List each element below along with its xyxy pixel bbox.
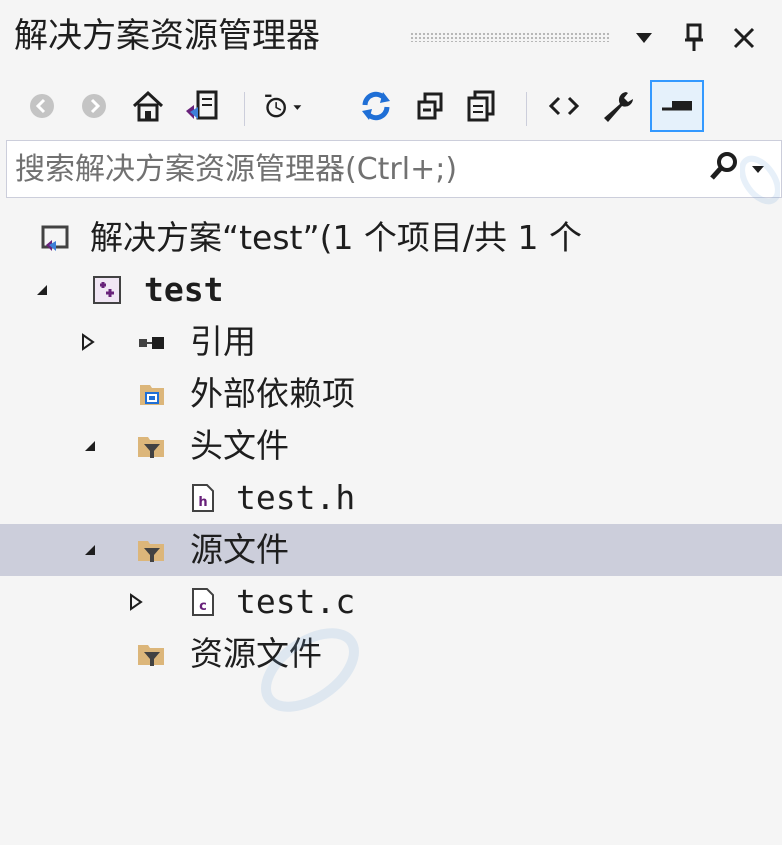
project-label: test: [144, 270, 224, 309]
watermark-logo: [740, 155, 780, 205]
back-icon[interactable]: [20, 84, 64, 128]
chevron-down-icon[interactable]: [626, 18, 662, 58]
toolbar-separator: [526, 92, 527, 126]
references-icon: [139, 337, 164, 349]
close-icon[interactable]: [726, 18, 762, 58]
svg-text:c: c: [199, 599, 207, 614]
tree-item-header-files[interactable]: 头文件: [0, 420, 782, 472]
search-icon: [707, 150, 741, 188]
svg-text:h: h: [198, 495, 207, 510]
expanded-arrow-icon[interactable]: [78, 434, 102, 458]
tree-item-test-h[interactable]: h test.h: [0, 472, 782, 524]
toolbar-separator: [244, 92, 245, 126]
switch-views-icon[interactable]: [180, 84, 224, 128]
expanded-arrow-icon[interactable]: [30, 278, 54, 302]
view-code-icon[interactable]: [542, 84, 586, 128]
sync-icon[interactable]: [354, 84, 398, 128]
collapsed-arrow-icon[interactable]: [124, 590, 148, 614]
preview-selected-items-icon[interactable]: [650, 80, 704, 132]
collapsed-arrow-icon[interactable]: [76, 330, 100, 354]
toolbar: [0, 78, 782, 140]
solution-icon: [41, 225, 69, 251]
header-file-label: test.h: [236, 478, 356, 517]
forward-icon[interactable]: [72, 84, 116, 128]
tree-item-project[interactable]: test: [0, 264, 782, 316]
external-dependencies-icon: [140, 385, 164, 405]
header-file-icon: h: [192, 484, 214, 512]
pending-changes-filter-icon[interactable]: [262, 84, 306, 128]
title-bar: 解决方案资源管理器: [0, 0, 782, 78]
show-all-files-icon[interactable]: [460, 84, 504, 128]
cpp-project-icon: [93, 276, 121, 304]
home-icon[interactable]: [126, 84, 170, 128]
search-box: [6, 140, 782, 198]
c-file-icon: c: [192, 588, 214, 616]
properties-icon[interactable]: [596, 84, 640, 128]
pin-icon[interactable]: [676, 18, 712, 58]
solution-explorer-panel: 解决方案资源管理器 搜索解决方案资源管理器(Ctrl+;) 解决方案“test”…: [0, 0, 782, 845]
solution-label: 解决方案“test”(1 个项目/共 1 个: [90, 218, 583, 257]
filter-folder-icon: [138, 437, 164, 458]
panel-title: 解决方案资源管理器: [14, 16, 320, 56]
tree-item-references[interactable]: 引用: [0, 316, 782, 368]
tree-item-solution[interactable]: 解决方案“test”(1 个项目/共 1 个: [0, 212, 782, 264]
collapse-all-icon[interactable]: [408, 84, 452, 128]
filter-folder-icon: [138, 645, 164, 666]
filter-folder-icon: [138, 541, 164, 562]
watermark-logo: [261, 628, 359, 712]
external-dependencies-label: 外部依赖项: [190, 374, 355, 413]
search-input[interactable]: [15, 147, 675, 191]
expanded-arrow-icon[interactable]: [78, 538, 102, 562]
references-label: 引用: [190, 322, 256, 361]
drag-grip[interactable]: [410, 32, 610, 42]
header-files-label: 头文件: [190, 426, 289, 465]
tree-item-external-dependencies[interactable]: 外部依赖项: [0, 368, 782, 420]
